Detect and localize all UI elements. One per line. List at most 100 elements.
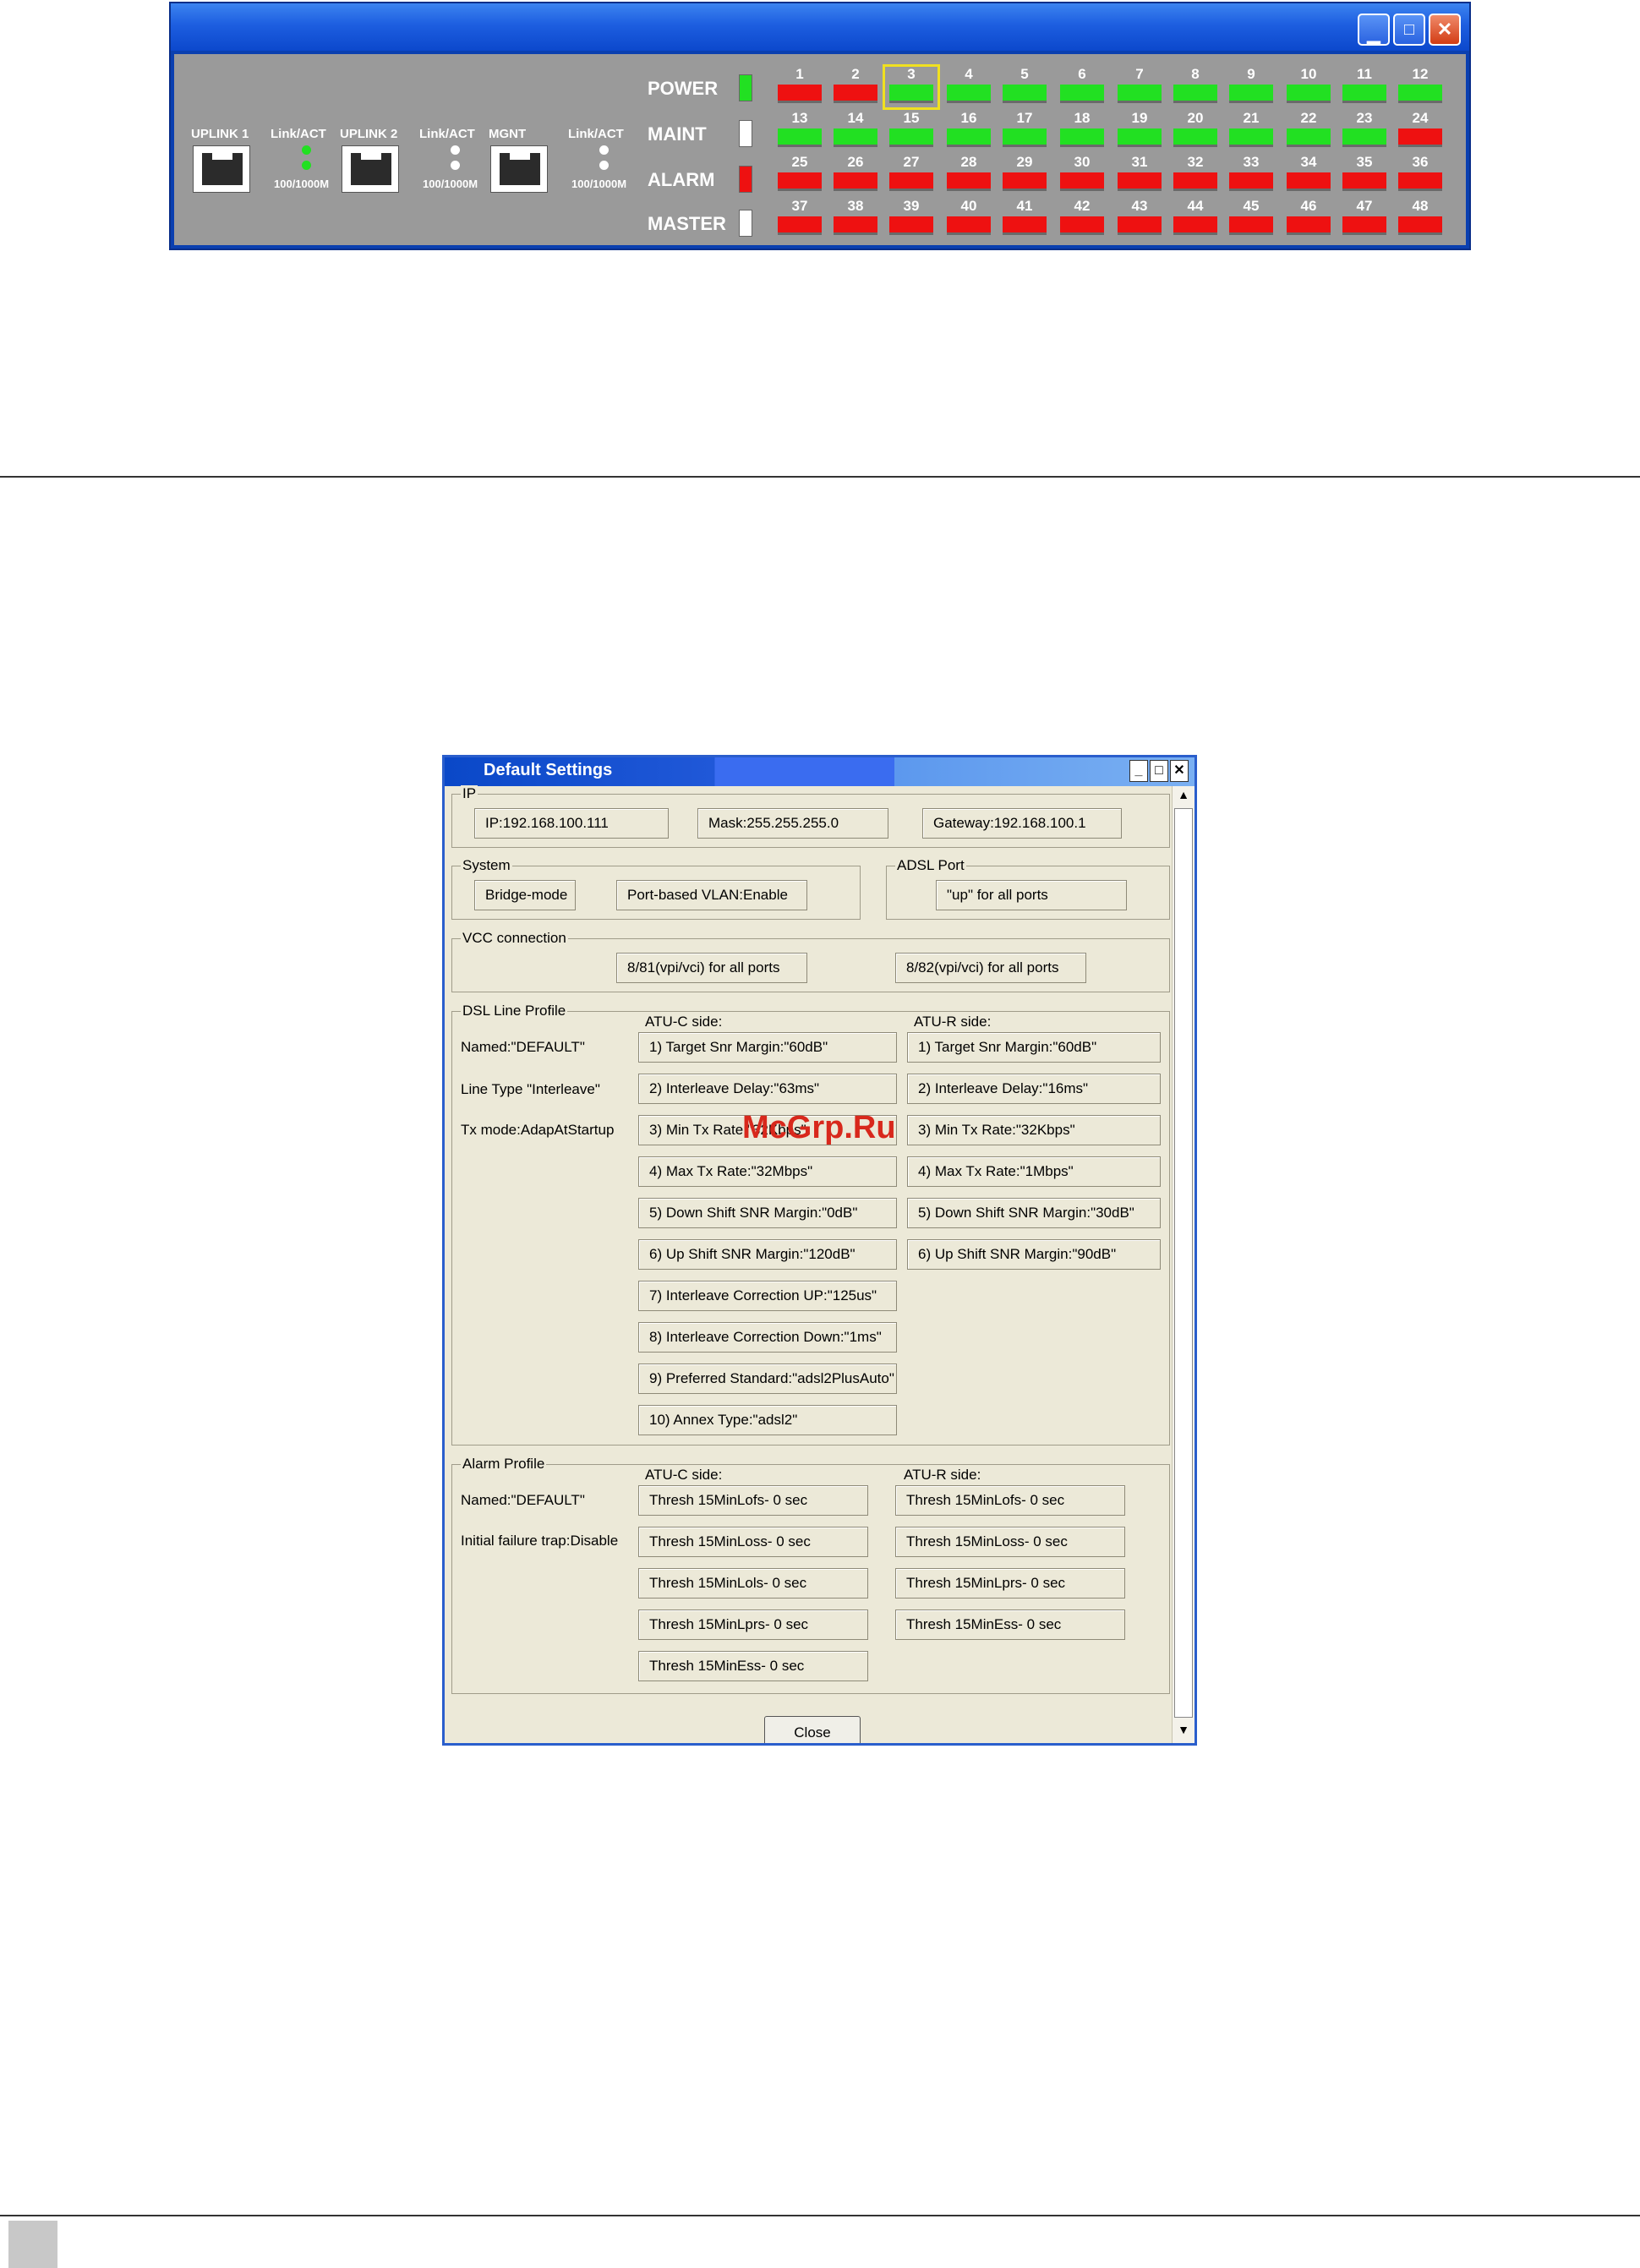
port-number: 41 <box>1016 198 1033 214</box>
scroll-down-icon[interactable]: ▼ <box>1173 1723 1194 1741</box>
port-number: 17 <box>1016 110 1033 126</box>
port-status-led[interactable] <box>889 128 933 147</box>
dialog-close-x-button[interactable]: ✕ <box>1170 760 1189 782</box>
rj45-port-icon[interactable] <box>490 145 548 193</box>
panel-body: UPLINK 1 Link/ACT 100/1000M UPLINK 2 Link/AC… <box>174 54 1466 245</box>
port-number: 35 <box>1356 154 1373 170</box>
section-divider <box>0 476 1640 478</box>
port-status-led[interactable] <box>1229 172 1273 191</box>
port-status-led[interactable] <box>947 85 991 103</box>
vlan-field: Port-based VLAN:Enable <box>616 880 807 910</box>
profile-value-field: 2) Interleave Delay:"63ms" <box>638 1074 897 1104</box>
link-led-1 <box>599 145 609 155</box>
port-status-led[interactable] <box>1173 172 1217 191</box>
rj45-port-icon[interactable] <box>193 145 250 193</box>
port-number: 8 <box>1191 66 1200 82</box>
ip-field: IP:192.168.100.111 <box>474 808 669 839</box>
port-status-led[interactable] <box>947 128 991 147</box>
port-status-led[interactable] <box>947 172 991 191</box>
port-status-led[interactable] <box>889 216 933 235</box>
port-status-led[interactable] <box>1173 85 1217 103</box>
ip-group: IP IP:192.168.100.111 Mask:255.255.255.0… <box>451 785 1170 848</box>
system-led-label: MASTER <box>648 213 726 234</box>
port-status-led[interactable] <box>1118 85 1162 103</box>
adsl-port-legend: ADSL Port <box>895 857 966 874</box>
profile-value-field: Thresh 15MinEss- 0 sec <box>638 1651 868 1681</box>
port-status-led[interactable] <box>834 85 877 103</box>
scroll-thumb[interactable] <box>1174 808 1193 1718</box>
minimize-icon: ▁ <box>1367 25 1380 44</box>
port-number: 34 <box>1300 154 1317 170</box>
port-status-led[interactable] <box>1060 172 1104 191</box>
port-status-led[interactable] <box>1060 128 1104 147</box>
port-status-led[interactable] <box>1060 85 1104 103</box>
port-status-led[interactable] <box>1118 128 1162 147</box>
port-status-led[interactable] <box>1173 216 1217 235</box>
dialog-scrollbar[interactable]: ▲ ▼ <box>1172 786 1194 1743</box>
port-status-led[interactable] <box>1398 216 1442 235</box>
port-status-led[interactable] <box>778 85 822 103</box>
port-status-led[interactable] <box>1287 172 1331 191</box>
port-status-led[interactable] <box>889 172 933 191</box>
port-status-led[interactable] <box>1118 216 1162 235</box>
port-status-led[interactable] <box>834 172 877 191</box>
port-status-led[interactable] <box>1003 128 1047 147</box>
close-icon: ✕ <box>1173 763 1185 778</box>
dsl-profile-group: DSL Line Profile Named:"DEFAULT" Line Ty… <box>451 1003 1170 1446</box>
port-number: 21 <box>1243 110 1260 126</box>
port-status-led[interactable] <box>1118 172 1162 191</box>
port-status-led[interactable] <box>1398 128 1442 147</box>
port-status-led[interactable] <box>1342 85 1386 103</box>
close-button[interactable]: Close <box>764 1716 861 1743</box>
system-led-indicator <box>739 210 752 237</box>
port-status-led[interactable] <box>1229 85 1273 103</box>
scroll-up-icon[interactable]: ▲ <box>1173 788 1194 806</box>
port-status-led[interactable] <box>1003 85 1047 103</box>
profile-value-field: 6) Up Shift SNR Margin:"120dB" <box>638 1239 897 1270</box>
port-status-led[interactable] <box>1229 216 1273 235</box>
port-number: 10 <box>1300 66 1317 82</box>
port-status-led[interactable] <box>1229 128 1273 147</box>
port-status-led[interactable] <box>778 128 822 147</box>
port-status-led[interactable] <box>947 216 991 235</box>
profile-value-field: 6) Up Shift SNR Margin:"90dB" <box>907 1239 1161 1270</box>
port-number: 24 <box>1412 110 1429 126</box>
port-status-led[interactable] <box>834 216 877 235</box>
port-number: 45 <box>1243 198 1260 214</box>
port-number: 14 <box>847 110 864 126</box>
close-window-button[interactable]: ✕ <box>1429 14 1461 46</box>
dsl-atuc-header: ATU-C side: <box>645 1014 723 1030</box>
port-status-led[interactable] <box>1342 128 1386 147</box>
gateway-field: Gateway:192.168.100.1 <box>922 808 1122 839</box>
port-status-led[interactable] <box>1003 216 1047 235</box>
port-number: 22 <box>1300 110 1317 126</box>
ip-legend: IP <box>461 785 478 802</box>
port-status-led[interactable] <box>778 172 822 191</box>
minimize-button[interactable]: ▁ <box>1358 14 1390 46</box>
port-status-led[interactable] <box>1287 85 1331 103</box>
port-status-led[interactable] <box>1173 128 1217 147</box>
port-status-led[interactable] <box>1060 216 1104 235</box>
link-led-1 <box>302 145 311 155</box>
dialog-minimize-button[interactable]: _ <box>1129 760 1148 782</box>
adsl-port-group: ADSL Port "up" for all ports <box>886 857 1170 920</box>
port-status-led[interactable] <box>1003 172 1047 191</box>
vcc-legend: VCC connection <box>461 930 568 947</box>
port-status-led[interactable] <box>834 128 877 147</box>
port-status-led[interactable] <box>778 216 822 235</box>
port-status-led[interactable] <box>1287 216 1331 235</box>
port-status-led[interactable] <box>1342 172 1386 191</box>
maximize-button[interactable]: □ <box>1393 14 1425 46</box>
system-led-indicator <box>739 74 752 101</box>
port-status-led[interactable] <box>1398 85 1442 103</box>
profile-value-field: Thresh 15MinLoss- 0 sec <box>895 1527 1125 1557</box>
port-status-led[interactable] <box>1398 172 1442 191</box>
port-number: 44 <box>1187 198 1204 214</box>
rj45-port-icon[interactable] <box>342 145 399 193</box>
dialog-maximize-button[interactable]: □ <box>1150 760 1168 782</box>
port-status-led[interactable] <box>1342 216 1386 235</box>
port-status-led[interactable] <box>1287 128 1331 147</box>
dialog-title: Default Settings <box>484 761 613 779</box>
port-number: 36 <box>1412 154 1429 170</box>
profile-value-field: Thresh 15MinLprs- 0 sec <box>638 1609 868 1640</box>
